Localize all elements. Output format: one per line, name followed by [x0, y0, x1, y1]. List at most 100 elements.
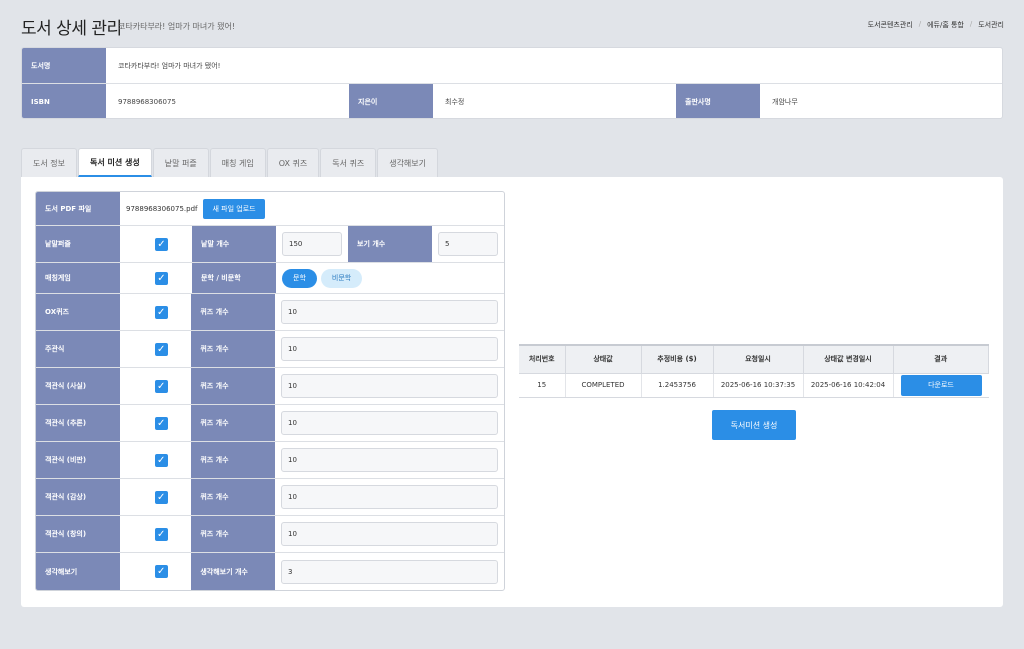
- checkbox-cell: ✓: [120, 368, 192, 404]
- quiz-checkbox[interactable]: ✓: [154, 565, 168, 578]
- quiz-count-label: 퀴즈 개수: [191, 405, 275, 441]
- quiz-row: 객관식 (추론) ✓ 퀴즈 개수 10: [36, 405, 504, 442]
- checkbox-cell: ✓: [120, 442, 192, 478]
- quiz-count-cell: 10: [275, 294, 504, 330]
- tab-ox-quiz[interactable]: OX 퀴즈: [266, 148, 320, 177]
- quiz-count-label: 퀴즈 개수: [191, 368, 275, 404]
- publisher-value: 개암나무: [772, 98, 798, 106]
- mission-panel: 도서 PDF 파일 9788968306075.pdf 새 파일 업로드 낱말퍼…: [21, 177, 1003, 607]
- tab-reading-quiz[interactable]: 독서 퀴즈: [320, 148, 377, 177]
- column-header: 처리번호: [519, 344, 566, 374]
- quiz-row: 객관식 (사실) ✓ 퀴즈 개수 10: [36, 368, 504, 405]
- page-subtitle: 코타카타부라! 엄마가 마녀가 됐어!: [118, 22, 236, 31]
- book-title-value: 코타카타부라! 엄마가 마녀가 됐어!: [118, 61, 221, 70]
- pdf-file-cell: 9788968306075.pdf 새 파일 업로드: [120, 192, 271, 225]
- genre-label: 문학 / 비문학: [192, 263, 276, 293]
- quiz-row: 주관식 ✓ 퀴즈 개수 10: [36, 331, 504, 368]
- quiz-count-label: 퀴즈 개수: [191, 442, 275, 478]
- quiz-count-input[interactable]: 10: [281, 448, 498, 472]
- quiz-count-input[interactable]: 10: [281, 411, 498, 435]
- checkbox-cell: ✓: [120, 516, 192, 552]
- quiz-type-label: OX퀴즈: [36, 294, 120, 330]
- isbn-label: ISBN: [22, 84, 106, 118]
- quiz-checkbox[interactable]: ✓: [154, 453, 168, 467]
- quiz-count-label: 퀴즈 개수: [191, 331, 275, 367]
- quiz-count-label: 퀴즈 개수: [191, 479, 275, 515]
- quiz-checkbox[interactable]: ✓: [154, 416, 168, 430]
- result-cell: 다운로드: [892, 373, 989, 398]
- quiz-count-input[interactable]: 3: [281, 559, 498, 584]
- quiz-count-input[interactable]: 10: [281, 337, 498, 361]
- quiz-count-input[interactable]: 10: [281, 522, 498, 546]
- word-puzzle-checkbox[interactable]: ✓: [155, 237, 168, 251]
- word-count-cell: 150: [276, 226, 348, 262]
- page-title: 도서 상세 관리: [21, 19, 122, 39]
- quiz-count-cell: 10: [275, 405, 504, 441]
- book-title-row: 도서명 코타카타부라! 엄마가 마녀가 됐어!: [22, 48, 1002, 84]
- author-value: 최수정: [445, 98, 465, 106]
- pdf-filename: 9788968306075.pdf: [126, 204, 198, 213]
- quiz-count-cell: 10: [275, 442, 504, 478]
- quiz-row: 객관식 (창의) ✓ 퀴즈 개수 10: [36, 516, 504, 553]
- quiz-checkbox[interactable]: ✓: [154, 305, 168, 319]
- word-puzzle-label: 낱말퍼즐: [36, 226, 120, 262]
- upload-file-button[interactable]: 새 파일 업로드: [203, 198, 265, 219]
- tab-reading-mission[interactable]: 독서 미션 생성: [77, 148, 152, 177]
- breadcrumb-item[interactable]: 도서관리: [978, 20, 1004, 30]
- column-header: 결과: [892, 344, 989, 374]
- genre-nonliterature-option[interactable]: 비문학: [320, 268, 363, 288]
- quiz-row: 생각해보기 ✓ 생각해보기 개수 3: [36, 553, 504, 590]
- book-info-box: 도서명 코타카타부라! 엄마가 마녀가 됐어! ISBN 97889683060…: [21, 47, 1003, 119]
- tab-word-puzzle[interactable]: 낱말 퍼즐: [152, 148, 209, 177]
- book-meta-row: ISBN 9788968306075 지은이 최수정 출판사명 개암나무: [22, 84, 1002, 118]
- genre-literature-option[interactable]: 문학: [282, 268, 317, 288]
- requested-at-cell: 2025-06-16 10:37:35: [712, 373, 803, 398]
- quiz-count-cell: 10: [275, 331, 504, 367]
- breadcrumb-item[interactable]: 도서콘텐츠관리: [868, 20, 913, 30]
- book-title-label: 도서명: [22, 48, 106, 83]
- generate-mission-button[interactable]: 독서미션 생성: [712, 410, 796, 440]
- breadcrumb-separator: /: [969, 20, 973, 28]
- cost-cell: 1.2453756: [640, 373, 713, 398]
- tab-matching-game[interactable]: 매칭 게임: [209, 148, 266, 177]
- tab-book-info[interactable]: 도서 정보: [21, 148, 77, 177]
- checkbox-cell: ✓: [120, 294, 192, 330]
- quiz-count-input[interactable]: 10: [281, 485, 498, 509]
- quiz-type-label: 객관식 (비판): [36, 442, 120, 478]
- pdf-row: 도서 PDF 파일 9788968306075.pdf 새 파일 업로드: [36, 192, 504, 226]
- quiz-count-input[interactable]: 10: [281, 300, 498, 324]
- quiz-type-label: 객관식 (추론): [36, 405, 120, 441]
- isbn-value: 9788968306075: [118, 98, 176, 106]
- quiz-checkbox[interactable]: ✓: [154, 379, 168, 393]
- quiz-type-label: 생각해보기: [36, 553, 120, 590]
- quiz-count-input[interactable]: 10: [281, 374, 498, 398]
- column-header: 상태값: [564, 344, 642, 374]
- column-header: 상태값 변경일시: [802, 344, 894, 374]
- column-header: 요청일시: [712, 344, 804, 374]
- matching-checkbox[interactable]: ✓: [155, 271, 168, 285]
- quiz-count-cell: 10: [275, 368, 504, 404]
- genre-toggle: 문학 비문학: [276, 263, 372, 293]
- quiz-row: 객관식 (비판) ✓ 퀴즈 개수 10: [36, 442, 504, 479]
- quiz-type-label: 객관식 (감상): [36, 479, 120, 515]
- download-button[interactable]: 다운로드: [900, 374, 982, 396]
- tab-think-about[interactable]: 생각해보기: [377, 148, 439, 177]
- word-count-input[interactable]: 150: [282, 232, 342, 256]
- quiz-type-label: 주관식: [36, 331, 120, 367]
- quiz-checkbox[interactable]: ✓: [154, 527, 168, 541]
- quiz-count-cell: 3: [275, 553, 504, 590]
- mission-form: 도서 PDF 파일 9788968306075.pdf 새 파일 업로드 낱말퍼…: [35, 191, 505, 591]
- breadcrumb-separator: /: [918, 20, 922, 28]
- tab-bar: 도서 정보 독서 미션 생성 낱말 퍼즐 매칭 게임 OX 퀴즈 독서 퀴즈 생…: [21, 148, 439, 177]
- quiz-type-label: 객관식 (창의): [36, 516, 120, 552]
- quiz-count-label: 퀴즈 개수: [191, 516, 275, 552]
- quiz-checkbox[interactable]: ✓: [154, 490, 168, 504]
- quiz-count-cell: 10: [275, 479, 504, 515]
- quiz-checkbox[interactable]: ✓: [154, 342, 168, 356]
- quiz-count-label: 퀴즈 개수: [191, 294, 275, 330]
- quiz-row: OX퀴즈 ✓ 퀴즈 개수 10: [36, 294, 504, 331]
- breadcrumb: 도서콘텐츠관리 / 에듀/홈 통합 / 도서관리: [868, 20, 1004, 30]
- breadcrumb-item[interactable]: 에듀/홈 통합: [927, 20, 964, 30]
- option-count-input[interactable]: 5: [438, 232, 498, 256]
- checkbox-cell: ✓: [120, 331, 192, 367]
